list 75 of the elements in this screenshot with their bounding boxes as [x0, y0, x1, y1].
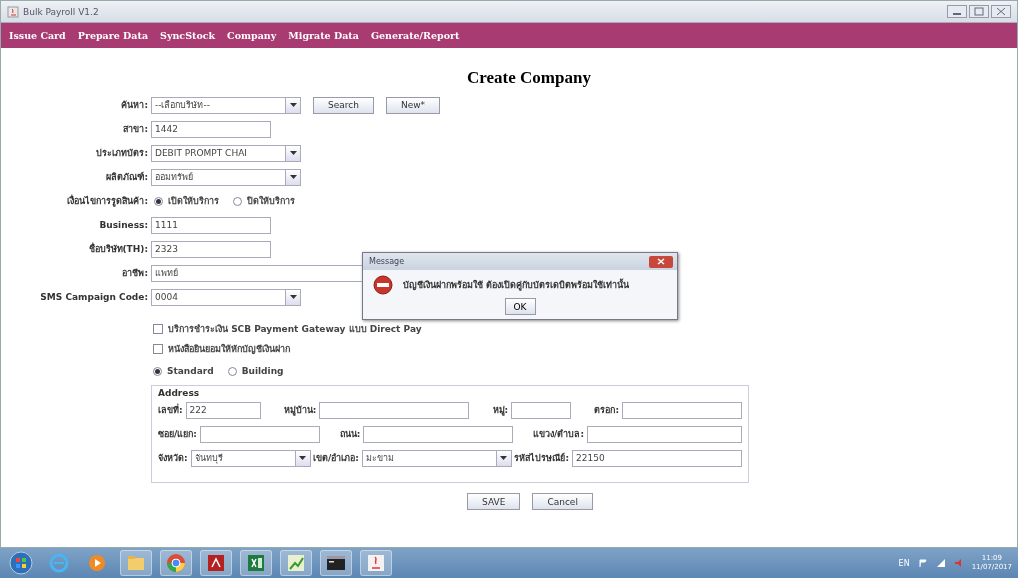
input-field[interactable]: 1442: [151, 120, 271, 138]
form-title: Create Company: [467, 68, 591, 88]
input-field[interactable]: [199, 425, 320, 443]
input-field[interactable]: [363, 425, 514, 443]
field-label: หมู่:: [492, 404, 509, 417]
dropdown-arrow-icon: [299, 456, 307, 460]
dropdown-arrow-icon: [500, 456, 508, 460]
menu-item[interactable]: Issue Card: [9, 30, 66, 41]
radio-option[interactable]: Building: [227, 366, 284, 376]
field-label: อาชีพ:: [121, 267, 149, 280]
field-label: ตรอก:: [594, 404, 619, 417]
close-button[interactable]: [649, 255, 673, 268]
field-label: เงื่อนไขการรูดสินค้า:: [66, 194, 149, 208]
window-title: Bulk Payroll V1.2: [23, 6, 99, 17]
flag-icon[interactable]: [917, 558, 928, 568]
menu-item[interactable]: Generate/Report: [370, 30, 460, 41]
input-field[interactable]: 222: [185, 401, 261, 419]
button[interactable]: New*: [385, 96, 441, 114]
dropdown[interactable]: ออมทรัพย์: [151, 168, 301, 186]
input-field[interactable]: 2323: [151, 240, 271, 258]
dropdown[interactable]: จันทบุรี: [190, 449, 311, 467]
field-label: เขต/อำเภอ:: [313, 452, 359, 465]
field-label: SMS Campaign Code:: [39, 292, 149, 302]
checkbox[interactable]: หนังสือยินยอมให้หักบัญชีเงินฝาก: [153, 342, 290, 356]
radio-option[interactable]: ปิดให้บริการ: [233, 194, 295, 208]
field-label: รหัสไปรษณีย์:: [514, 451, 569, 465]
ok-button[interactable]: OK: [504, 298, 536, 315]
signal-icon[interactable]: [935, 558, 946, 568]
group-legend: Address: [158, 388, 742, 398]
field-label: ผลิตภัณฑ์:: [105, 170, 149, 184]
field-label: เลขที่:: [158, 403, 183, 417]
dropdown-arrow-icon: [289, 295, 297, 299]
menu-item[interactable]: Company: [227, 30, 277, 41]
input-field[interactable]: 22150: [572, 449, 742, 467]
error-icon: [373, 275, 393, 295]
field-label: Business:: [98, 220, 149, 230]
field-label: ชื่อบริษัท(TH):: [87, 242, 149, 256]
checkbox[interactable]: บริการชำระเงิน SCB Payment Gateway แบบ Direct Pay: [153, 322, 422, 336]
dropdown[interactable]: DEBIT PROMPT CHAI: [151, 144, 301, 162]
button[interactable]: SAVE: [467, 493, 521, 510]
maximize-icon[interactable]: [969, 5, 989, 18]
radio-option[interactable]: Standard: [153, 366, 214, 376]
input-field[interactable]: [511, 401, 572, 419]
dialog-message: บัญชีเงินฝากพร้อมใช้ ต้องเปิดคู่กับบัตรเดบิตพร้อมใช้เท่านั้น: [403, 278, 630, 292]
field-label: ถนน:: [339, 428, 361, 441]
field-label: สาขา:: [122, 123, 149, 136]
field-label: แขวง/ตำบล:: [533, 428, 584, 441]
dropdown[interactable]: 0004: [151, 288, 301, 306]
field-label: หมู่บ้าน:: [283, 404, 317, 417]
input-field[interactable]: 1111: [151, 216, 271, 234]
button[interactable]: Search: [313, 96, 374, 114]
radio-option[interactable]: เปิดให้บริการ: [154, 194, 219, 208]
close-icon[interactable]: [991, 5, 1011, 18]
field-label: ค้นหา:: [120, 99, 149, 112]
dropdown[interactable]: --เลือกบริษัท--: [151, 96, 301, 114]
menu-item[interactable]: Prepare Data: [77, 30, 149, 41]
dialog-title: Message: [369, 257, 405, 266]
menu-item[interactable]: SyncStock: [160, 30, 216, 41]
field-label: ซอย/แยก:: [158, 428, 197, 441]
browser-icon[interactable]: [47, 551, 71, 575]
menu-item[interactable]: Migrate Data: [288, 30, 359, 41]
dropdown-arrow-icon: [289, 175, 297, 179]
field-label: จังหวัด:: [158, 452, 188, 465]
close-icon: [657, 258, 665, 265]
input-field[interactable]: [319, 401, 470, 419]
button[interactable]: Cancel: [532, 493, 593, 510]
volume-icon[interactable]: [953, 558, 964, 568]
input-field[interactable]: [622, 401, 742, 419]
minimize-icon[interactable]: [947, 5, 967, 18]
dropdown[interactable]: มะขาม: [361, 449, 512, 467]
field-label: ประเภทบัตร:: [95, 147, 149, 160]
dropdown-arrow-icon: [289, 151, 297, 155]
start-button[interactable]: [9, 551, 33, 575]
dropdown-arrow-icon: [289, 103, 297, 107]
input-field[interactable]: [587, 425, 742, 443]
